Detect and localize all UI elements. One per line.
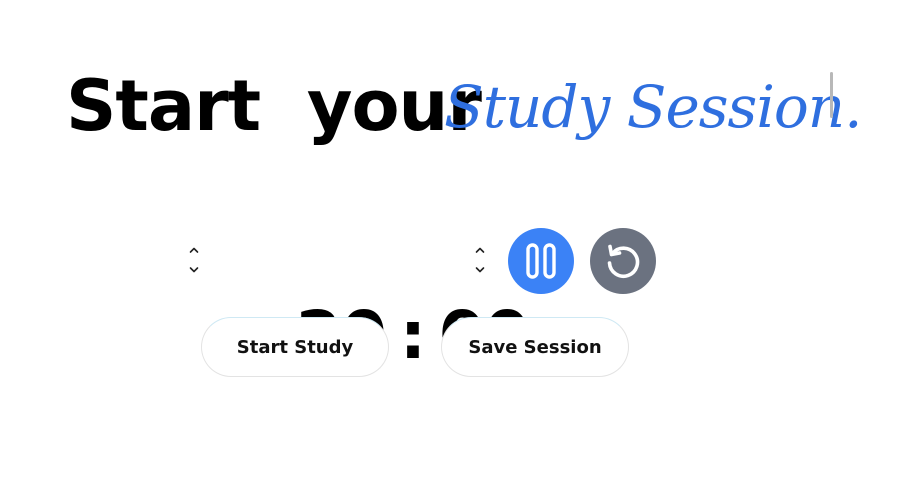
reset-button[interactable]: [590, 228, 656, 294]
pause-icon: [526, 243, 556, 279]
minutes-up-chevron-up-icon[interactable]: [186, 242, 202, 258]
seconds-spinner: [472, 242, 488, 282]
save-session-button[interactable]: Save Session: [441, 317, 629, 377]
start-study-button[interactable]: Start Study: [201, 317, 389, 377]
page-heading: Start your Study Session.: [66, 65, 863, 156]
heading-plain-text: Start your: [66, 65, 482, 147]
timer-separator: :: [399, 297, 426, 374]
minutes-spinner: [186, 242, 202, 282]
minutes-down-chevron-down-icon[interactable]: [186, 262, 202, 278]
pause-button[interactable]: [508, 228, 574, 294]
seconds-down-chevron-down-icon[interactable]: [472, 262, 488, 278]
timer-row: 20:00: [186, 222, 666, 374]
text-cursor: [830, 72, 833, 118]
heading-script-text: Study Session.: [444, 73, 863, 141]
reset-icon: [607, 244, 640, 278]
seconds-up-chevron-up-icon[interactable]: [472, 242, 488, 258]
